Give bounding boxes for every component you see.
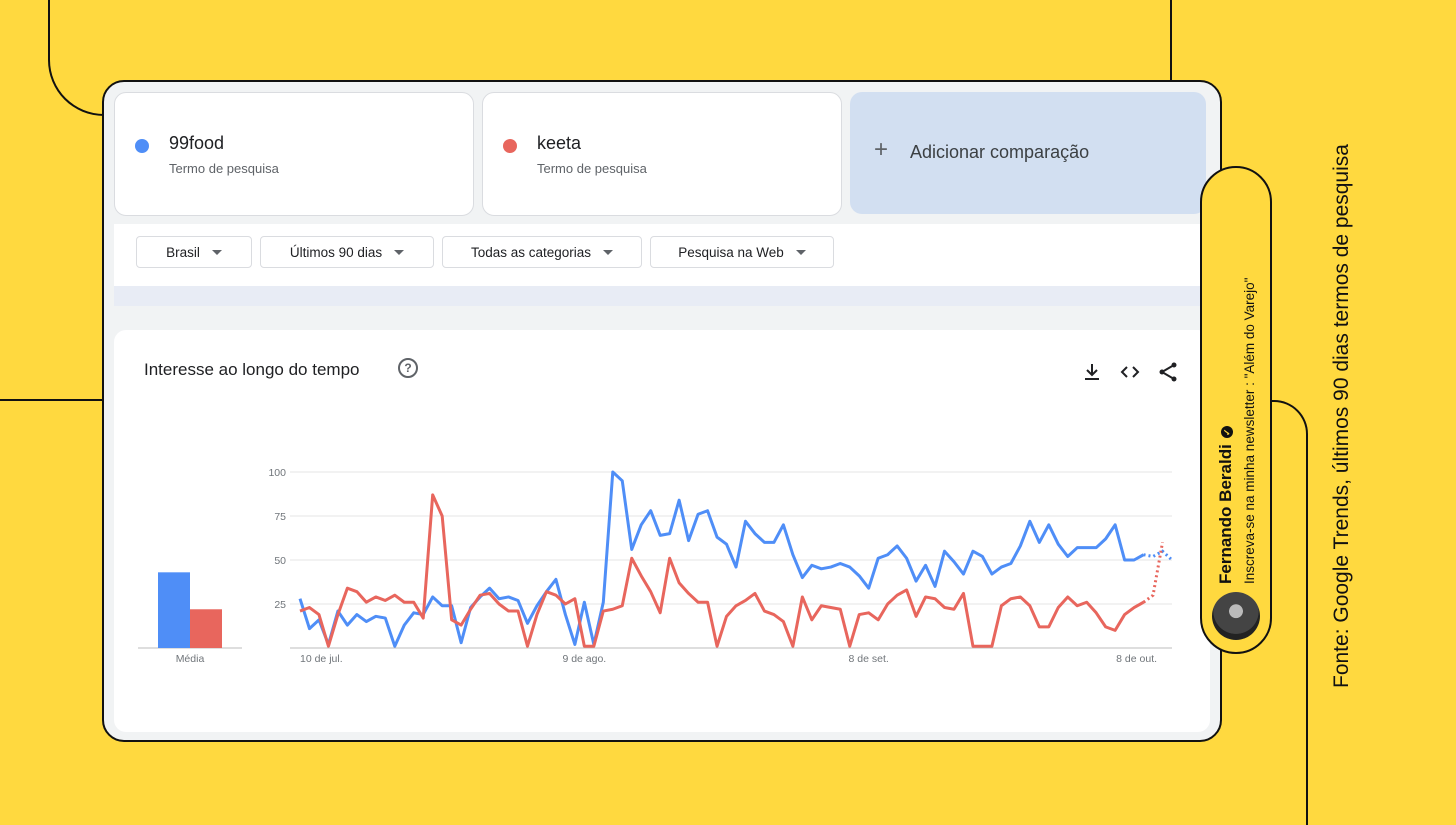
plus-icon: + [874,136,889,163]
region-select[interactable]: Brasil [136,236,252,268]
decor-line-left [0,399,102,401]
category-select[interactable]: Todas as categorias [442,236,642,268]
share-icon[interactable] [1156,360,1180,384]
divider-strip [114,286,1220,306]
series-partial-keeta [1142,542,1164,604]
y-tick-label: 75 [274,511,286,523]
series-line-keeta [299,493,1145,648]
average-label: Média [176,653,205,665]
average-bar-keeta [190,609,222,648]
chevron-down-icon [795,249,806,255]
author-name: Fernando Beraldi✓ [1216,426,1236,584]
x-tick-label: 10 de jul. [300,653,343,665]
filter-bar: Brasil Últimos 90 dias Todas as categori… [114,224,1220,286]
region-value: Brasil [166,244,200,260]
period-select[interactable]: Últimos 90 dias [260,236,434,268]
search-type-select[interactable]: Pesquisa na Web [650,236,834,268]
embed-code-icon[interactable] [1118,360,1142,384]
term-name: 99food [169,133,225,153]
x-tick-label: 9 de ago. [562,653,606,665]
add-comparison-label: Adicionar comparação [910,142,1090,162]
trends-card: 99food Termo de pesquisa keeta Termo de … [102,80,1222,742]
search-type-value: Pesquisa na Web [678,244,784,260]
y-tick-label: 25 [274,599,286,611]
source-note: Fonte: Google Trends, últimos 90 dias te… [1330,144,1353,688]
term-subtitle: Termo de pesquisa [169,161,279,176]
decor-line-right [1272,400,1308,825]
panel-title: Interesse ao longo do tempo [144,360,360,379]
category-value: Todas as categorias [470,244,592,260]
interest-chart: 100 75 50 25 10 de jul. 9 de ago. 8 de set. 8 d… [138,467,1174,665]
chevron-down-icon [394,249,405,255]
term-name: keeta [537,133,582,153]
term-color-dot [503,139,517,153]
term-card-keeta[interactable]: keeta Termo de pesquisa [482,92,842,216]
term-card-99food[interactable]: 99food Termo de pesquisa [114,92,474,216]
help-icon[interactable]: ? [398,358,418,378]
download-icon[interactable] [1080,360,1104,384]
x-tick-label: 8 de out. [1116,653,1157,665]
series-partial-99food [1143,549,1174,562]
verified-icon: ✓ [1220,426,1233,439]
average-bar-99food [158,572,190,648]
add-comparison-button[interactable]: + Adicionar comparação [850,92,1206,214]
y-tick-label: 50 [274,555,286,567]
interest-over-time-panel: 100 75 50 25 10 de jul. 9 de ago. 8 de set. 8 d… [114,330,1210,732]
author-badge [1200,166,1272,654]
period-value: Últimos 90 dias [289,244,383,260]
term-subtitle: Termo de pesquisa [537,161,647,176]
avatar [1212,592,1260,640]
author-tagline: Inscreva-se na minha newsletter : "Além … [1242,277,1257,584]
term-color-dot [135,139,149,153]
y-tick-label: 100 [268,467,286,479]
chevron-down-icon [603,249,614,255]
chevron-down-icon [211,249,222,255]
x-tick-label: 8 de set. [849,653,889,665]
